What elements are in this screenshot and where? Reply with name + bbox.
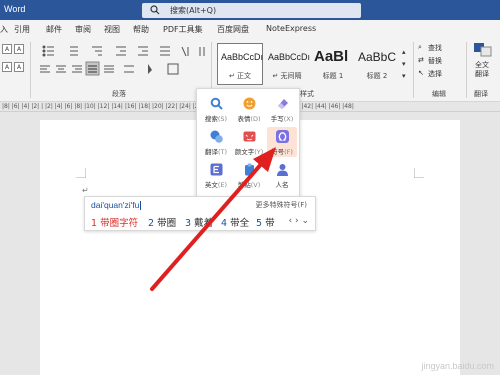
toolbox-english[interactable]: 英文(E)	[201, 160, 231, 190]
style-heading-2[interactable]: AaBbC 标题 2	[354, 43, 400, 85]
ruler-numbers: |8| |6| |4| |2| | |2| |4| |6| |8| |10| |…	[2, 103, 354, 110]
multilevel-list-icon	[92, 46, 102, 56]
numbering-icon	[70, 46, 78, 56]
show-marks-icon	[199, 47, 205, 56]
style-normal[interactable]: AaBbCcDı ↵ 正文	[217, 43, 263, 85]
char-border-icon[interactable]: A	[14, 62, 24, 72]
toolbox-handwriting[interactable]: 手写(X)	[267, 94, 297, 124]
select-button[interactable]: 选择	[428, 69, 442, 79]
smiley-icon	[243, 97, 256, 110]
font-color-icon[interactable]: A	[2, 62, 12, 72]
sort-icon	[181, 46, 189, 57]
ime-pinyin-input[interactable]: dai'quan'zi'fu	[91, 200, 142, 211]
candidate-5[interactable]: 5 带	[256, 215, 275, 229]
toolbox-translate[interactable]: 翻译(T)	[201, 127, 231, 157]
search-box[interactable]: 搜索(Alt+Q)	[142, 3, 361, 18]
ime-candidate-bar: dai'quan'zi'fu 更多特殊符号(F) 1 带圈字符 2 带圈 3 戴…	[84, 196, 316, 231]
candidate-page-nav[interactable]: ‹ › ⌄	[289, 216, 309, 226]
person-icon	[277, 164, 288, 176]
search-icon	[150, 5, 160, 15]
borders-icon	[167, 63, 179, 75]
toolbox-search[interactable]: 搜索(S)	[201, 94, 231, 124]
menu-references[interactable]: 引用	[14, 24, 30, 35]
title-bar: Word 搜索(Alt+Q)	[0, 0, 500, 20]
replace-icon: ⇄	[418, 56, 424, 64]
menu-bar: 入 引用 邮件 审阅 视图 帮助 PDF工具集 百度网盘 NoteExpress	[0, 20, 500, 38]
editing-group-label: 编辑	[432, 90, 446, 98]
clipboard-icon	[245, 163, 254, 176]
toolbox-names[interactable]: 人名	[267, 160, 297, 190]
more-symbols-link[interactable]: 更多特殊符号(F)	[256, 200, 308, 210]
style-heading-1[interactable]: AaBl 标题 1	[310, 43, 356, 85]
ribbon-divider	[413, 42, 414, 98]
toolbox-symbols[interactable]: 符号(F)	[267, 127, 297, 157]
decrease-indent-icon	[116, 46, 126, 56]
toolbox-clipboard[interactable]: 剪贴(V)	[234, 160, 264, 190]
translate-icon	[210, 130, 223, 143]
find-icon: ⌕	[418, 43, 422, 51]
paragraph-group-label: 段落	[112, 90, 126, 98]
align-center-icon	[56, 65, 66, 73]
candidate-2[interactable]: 2 带圈	[148, 215, 176, 229]
align-right-icon	[72, 65, 82, 73]
margin-corner-top-right	[414, 168, 424, 178]
bullets-icon	[42, 45, 54, 57]
find-button[interactable]: 查找	[428, 43, 442, 53]
line-spacing-icon	[124, 65, 134, 73]
watermark: jingyan.baidu.com	[421, 361, 494, 371]
kaomoji-icon	[243, 131, 256, 142]
translate-icon	[474, 43, 492, 57]
menu-noteexpress[interactable]: NoteExpress	[266, 24, 316, 33]
chinese-layout-icon	[160, 46, 170, 56]
menu-mailings[interactable]: 邮件	[46, 24, 62, 35]
menu-review[interactable]: 审阅	[75, 24, 91, 35]
toolbox-kaomoji[interactable]: 颜文字(Y)	[234, 127, 264, 157]
menu-pdf-tools[interactable]: PDF工具集	[163, 24, 203, 35]
select-icon: ↖	[418, 69, 424, 77]
paragraph-tools[interactable]	[40, 44, 240, 78]
toolbox-emoji[interactable]: 表情(D)	[234, 94, 264, 124]
app-title: Word	[4, 4, 26, 14]
eraser-icon	[278, 99, 288, 109]
styles-scroll-down-icon[interactable]: ▾	[402, 60, 406, 68]
translate-button[interactable]: 翻译	[475, 69, 489, 79]
align-left-icon	[40, 65, 50, 73]
styles-scroll-up-icon[interactable]: ▴	[402, 48, 406, 56]
ribbon-divider	[30, 42, 31, 98]
margin-corner-top-left	[76, 168, 86, 178]
menu-baidu-netdisk[interactable]: 百度网盘	[217, 24, 249, 35]
ribbon-divider	[466, 42, 467, 98]
candidate-3[interactable]: 3 戴着	[185, 215, 213, 229]
distributed-icon	[104, 65, 114, 73]
replace-button[interactable]: 替换	[428, 56, 442, 66]
increase-indent-icon	[138, 46, 148, 56]
paragraph-mark: ↵	[82, 186, 89, 195]
styles-more-icon[interactable]: ▾	[402, 72, 406, 80]
style-no-spacing[interactable]: AaBbCcDı ↵ 无间隔	[264, 43, 310, 85]
english-icon	[210, 163, 223, 176]
candidate-4[interactable]: 4 带全	[221, 215, 249, 229]
magnifier-icon	[210, 97, 223, 110]
candidate-1[interactable]: 1 带圈字符	[91, 215, 138, 229]
menu-help[interactable]: 帮助	[133, 24, 149, 35]
omega-icon	[276, 130, 289, 143]
shading-icon	[148, 64, 152, 74]
text-cursor	[140, 201, 142, 211]
menu-insert[interactable]: 入	[0, 24, 8, 35]
menu-view[interactable]: 视图	[104, 24, 120, 35]
styles-group-label: 样式	[300, 90, 314, 98]
ime-toolbox-popup: 搜索(S) 表情(D) 手写(X) 翻译(T) 颜文字(Y) 符号(F) 英文(…	[196, 88, 300, 198]
translate-group-label: 翻译	[474, 90, 488, 98]
search-placeholder: 搜索(Alt+Q)	[170, 6, 217, 15]
font-size-down-icon[interactable]: A	[14, 44, 24, 54]
font-size-up-icon[interactable]: A	[2, 44, 12, 54]
